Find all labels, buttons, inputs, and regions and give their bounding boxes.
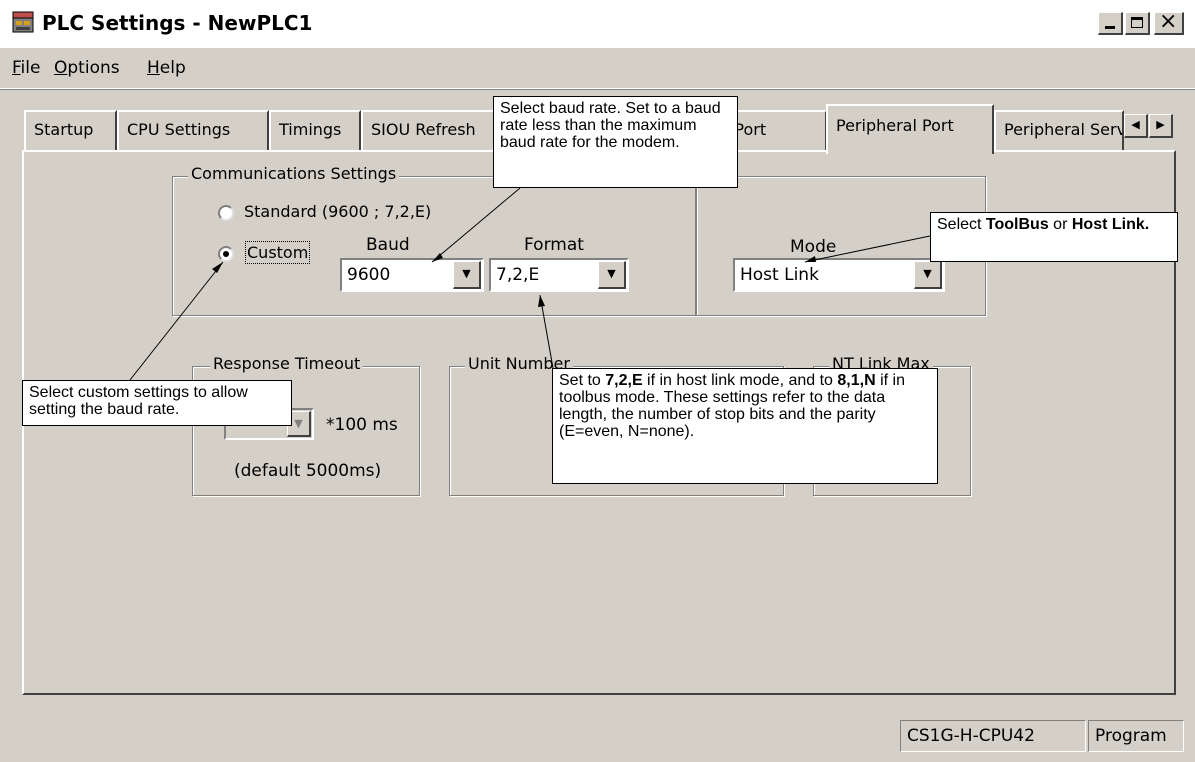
tab-timings[interactable]: Timings bbox=[269, 110, 361, 152]
custom-annotation: Select custom settings to allow setting … bbox=[22, 380, 292, 426]
menu-help[interactable]: Help bbox=[145, 58, 188, 78]
response-timeout-unit: *100 ms bbox=[326, 415, 398, 435]
chevron-down-icon[interactable]: ▼ bbox=[914, 261, 942, 289]
response-timeout-label: Response Timeout bbox=[210, 354, 364, 373]
arrow-right-icon: ▶ bbox=[1156, 118, 1165, 131]
response-timeout-default: (default 5000ms) bbox=[234, 461, 382, 481]
close-button[interactable]: × bbox=[1154, 9, 1184, 35]
mode-label: Mode bbox=[790, 237, 837, 257]
tab-startup[interactable]: Startup bbox=[24, 110, 117, 152]
custom-radio-label: Custom bbox=[244, 241, 311, 264]
arrow-left-icon: ◀ bbox=[1131, 118, 1140, 131]
menu-bar: File Options Help bbox=[0, 52, 1195, 89]
maximize-icon bbox=[1131, 17, 1143, 28]
tab-peripheral-service[interactable]: Peripheral Service bbox=[994, 110, 1124, 152]
format-label: Format bbox=[524, 235, 584, 255]
chevron-down-icon[interactable]: ▼ bbox=[598, 261, 626, 289]
menu-file[interactable]: File bbox=[10, 58, 42, 78]
standard-radio-label: Standard (9600 ; 7,2,E) bbox=[244, 202, 432, 221]
title-bar[interactable]: PLC Settings - NewPLC1 × bbox=[0, 0, 1195, 48]
minimize-icon bbox=[1105, 26, 1115, 29]
radio-selected-dot bbox=[223, 251, 229, 257]
communications-group-label: Communications Settings bbox=[188, 164, 400, 183]
window-title: PLC Settings - NewPLC1 bbox=[42, 11, 313, 35]
status-cpu: CS1G-H-CPU42 bbox=[900, 720, 1086, 752]
tab-cpu-settings[interactable]: CPU Settings bbox=[117, 110, 269, 152]
format-value: 7,2,E bbox=[496, 265, 540, 285]
format-annotation: Set to 7,2,E if in host link mode, and t… bbox=[552, 368, 938, 484]
tab-siou-refresh[interactable]: SIOU Refresh bbox=[361, 110, 505, 152]
tab-scroll-right-button[interactable]: ▶ bbox=[1149, 114, 1173, 138]
mode-select[interactable]: Host Link ▼ bbox=[733, 258, 945, 292]
tab-scroll-left-button[interactable]: ◀ bbox=[1124, 114, 1148, 138]
status-mode: Program bbox=[1088, 720, 1184, 752]
baud-select[interactable]: 9600 ▼ bbox=[340, 258, 484, 292]
app-icon bbox=[12, 10, 34, 36]
minimize-button[interactable] bbox=[1098, 12, 1123, 35]
standard-radio[interactable] bbox=[218, 205, 234, 221]
baud-label: Baud bbox=[366, 235, 410, 255]
menu-options[interactable]: Options bbox=[52, 58, 122, 78]
custom-radio[interactable] bbox=[218, 246, 234, 262]
baud-value: 9600 bbox=[347, 265, 391, 285]
tab-peripheral-port[interactable]: Peripheral Port bbox=[826, 104, 994, 154]
baud-annotation: Select baud rate. Set to a baud rate les… bbox=[493, 96, 738, 188]
close-icon: × bbox=[1159, 9, 1178, 34]
format-select[interactable]: 7,2,E ▼ bbox=[489, 258, 629, 292]
maximize-button[interactable] bbox=[1125, 12, 1150, 35]
chevron-down-icon[interactable]: ▼ bbox=[453, 261, 481, 289]
mode-annotation: Select ToolBus or Host Link. bbox=[930, 212, 1178, 262]
mode-value: Host Link bbox=[740, 265, 819, 285]
